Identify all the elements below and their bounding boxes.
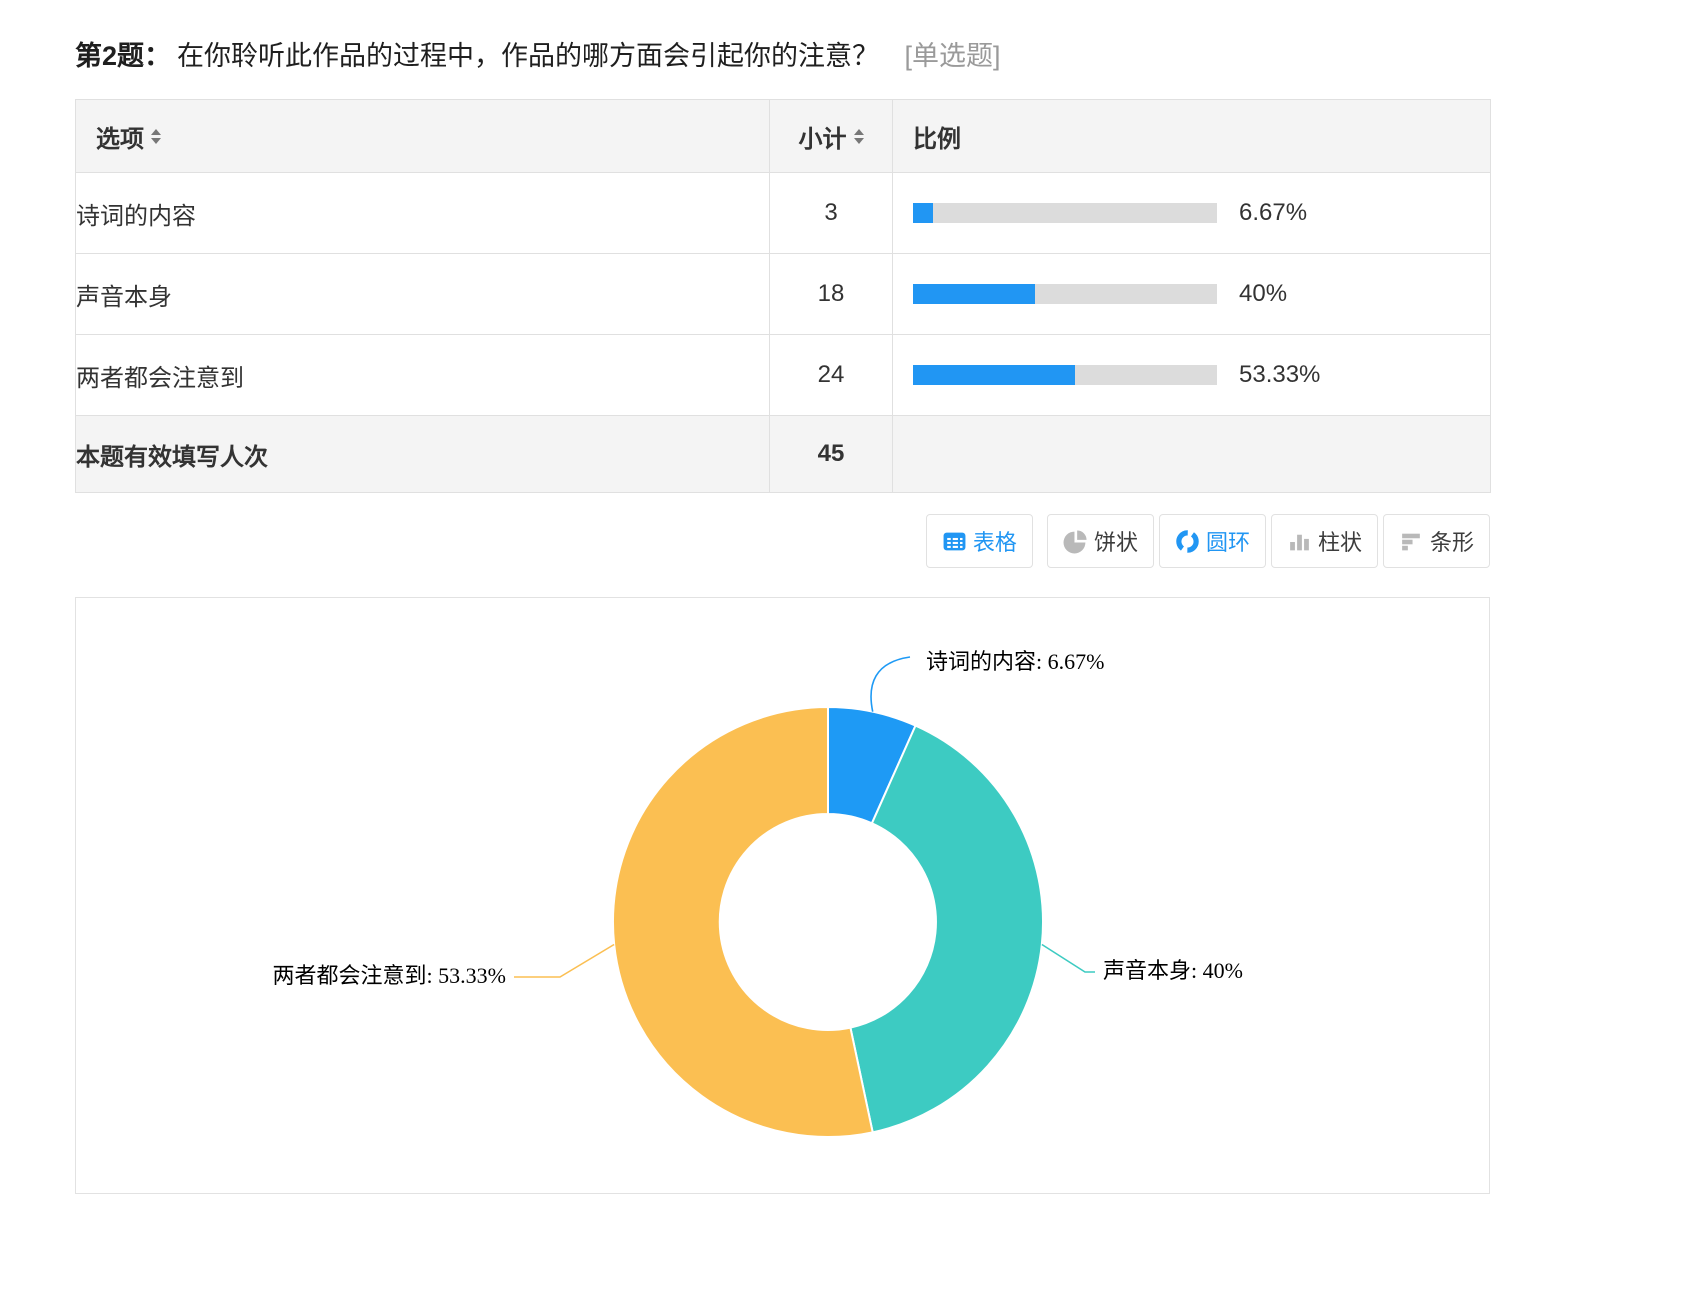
ratio-bar-fill <box>913 203 933 223</box>
column-header-ratio-label: 比例 <box>913 119 961 154</box>
ratio-cell: 53.33% <box>893 335 1491 416</box>
option-cell: 诗词的内容 <box>76 173 770 254</box>
ratio-percent-label: 53.33% <box>1239 361 1320 389</box>
chart-type-button-label: 条形 <box>1430 525 1474 557</box>
chart-type-button-label: 柱状 <box>1318 525 1362 557</box>
chart-type-button-label: 饼状 <box>1094 525 1138 557</box>
question-title: 第2题：在你聆听此作品的过程中，作品的哪方面会引起你的注意？ [单选题] <box>75 34 1490 73</box>
count-cell: 3 <box>770 173 893 254</box>
pie-icon <box>1063 529 1088 554</box>
option-cell: 声音本身 <box>76 254 770 335</box>
question-type-tag: [单选题] <box>905 41 1001 71</box>
chart-type-button-label: 表格 <box>973 525 1017 557</box>
ratio-bar-fill <box>913 284 1035 304</box>
chart-type-button-圆环[interactable]: 圆环 <box>1159 514 1266 568</box>
question-number: 第2题： <box>75 41 171 71</box>
sort-icon <box>151 129 161 144</box>
footer-count-cell: 45 <box>770 416 893 493</box>
results-table: 选项 小计 比例 诗词的内容3 <box>75 99 1491 493</box>
chart-label-leader-line <box>1042 945 1095 973</box>
chart-type-button-表格[interactable]: 表格 <box>926 514 1033 568</box>
footer-empty-cell <box>893 416 1491 493</box>
ratio-bar-track <box>913 203 1217 223</box>
ratio-percent-label: 6.67% <box>1239 199 1307 227</box>
chart-slice-label: 诗词的内容: 6.67% <box>926 649 1104 674</box>
chart-slice-label: 两者都会注意到: 53.33% <box>273 963 506 988</box>
ratio-cell: 40% <box>893 254 1491 335</box>
question-text: 在你聆听此作品的过程中，作品的哪方面会引起你的注意？ <box>177 41 879 71</box>
option-cell: 两者都会注意到 <box>76 335 770 416</box>
table-row: 两者都会注意到24 53.33% <box>76 335 1491 416</box>
count-cell: 24 <box>770 335 893 416</box>
chart-type-button-饼状[interactable]: 饼状 <box>1047 514 1154 568</box>
ratio-bar-track <box>913 284 1217 304</box>
donut-icon <box>1175 529 1200 554</box>
count-cell: 18 <box>770 254 893 335</box>
survey-result-page: 第2题：在你聆听此作品的过程中，作品的哪方面会引起你的注意？ [单选题] 选项 … <box>75 0 1490 1194</box>
table-row: 声音本身18 40% <box>76 254 1491 335</box>
sort-icon <box>854 129 864 144</box>
table-icon <box>942 529 967 554</box>
donut-chart-panel: 诗词的内容: 6.67% 声音本身: 40% 两者都会注意到: 53.33% <box>75 597 1490 1194</box>
column-icon <box>1287 529 1312 554</box>
table-footer-row: 本题有效填写人次45 <box>76 416 1491 493</box>
column-header-count[interactable]: 小计 <box>770 100 893 173</box>
column-header-option[interactable]: 选项 <box>76 100 770 173</box>
chart-type-button-条形[interactable]: 条形 <box>1383 514 1490 568</box>
chart-type-button-柱状[interactable]: 柱状 <box>1271 514 1378 568</box>
bar-icon <box>1399 529 1424 554</box>
ratio-bar-track <box>913 365 1217 385</box>
ratio-cell: 6.67% <box>893 173 1491 254</box>
ratio-bar-fill <box>913 365 1075 385</box>
donut-chart: 诗词的内容: 6.67% 声音本身: 40% 两者都会注意到: 53.33% <box>76 598 1489 1193</box>
chart-label-leader-line <box>871 657 910 712</box>
footer-label-cell: 本题有效填写人次 <box>76 416 770 493</box>
chart-type-toolbar: 表格 饼状 圆环 柱状 条形 <box>75 514 1490 568</box>
column-header-ratio: 比例 <box>893 100 1491 173</box>
chart-label-leader-line <box>514 945 614 978</box>
column-header-count-label: 小计 <box>799 119 847 154</box>
table-row: 诗词的内容3 6.67% <box>76 173 1491 254</box>
chart-slice-label: 声音本身: 40% <box>1103 958 1243 983</box>
column-header-option-label: 选项 <box>96 119 144 154</box>
ratio-percent-label: 40% <box>1239 280 1287 308</box>
table-header-row: 选项 小计 比例 <box>76 100 1491 173</box>
chart-type-button-label: 圆环 <box>1206 525 1250 557</box>
